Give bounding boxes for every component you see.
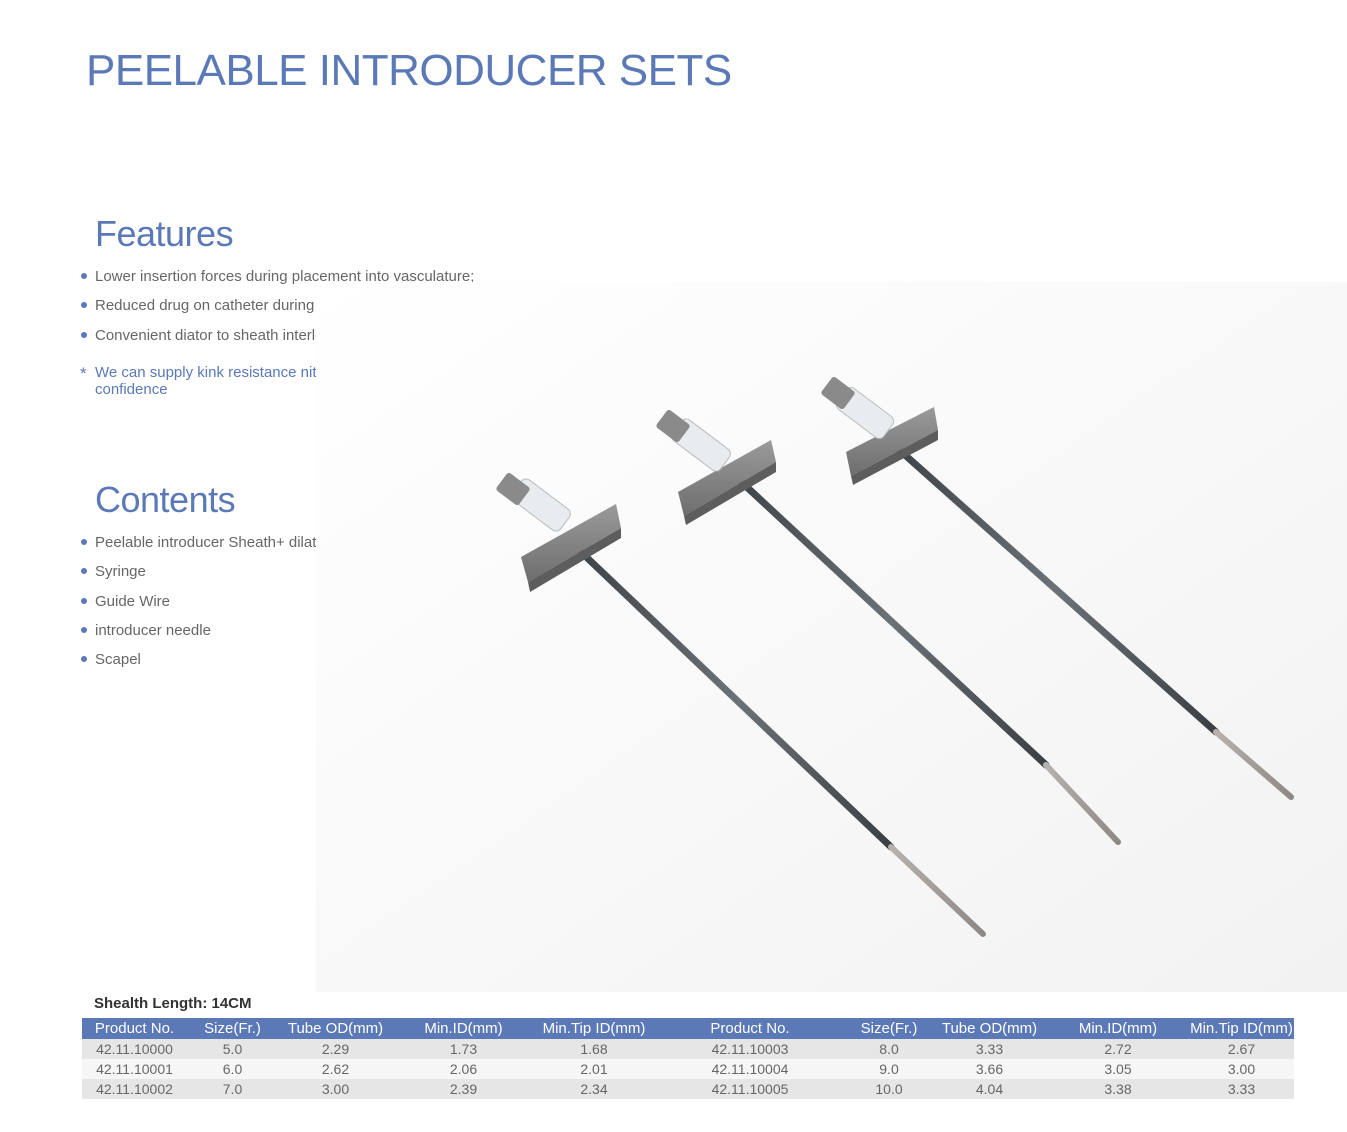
- table-cell: 2.34: [534, 1079, 654, 1099]
- table-cell: 3.00: [1189, 1059, 1294, 1079]
- column-header: Product No.: [82, 1018, 187, 1039]
- bullet-icon: [81, 656, 87, 663]
- column-header: Min.ID(mm): [393, 1018, 534, 1039]
- table-cell: 10.0: [846, 1079, 932, 1099]
- contents-item: introducer needle: [80, 622, 330, 651]
- table-cell: 42.11.10000: [82, 1039, 187, 1059]
- table-cell: 42.11.10003: [654, 1039, 846, 1059]
- table-cell: 42.11.10005: [654, 1079, 846, 1099]
- table-cell: 2.01: [534, 1059, 654, 1079]
- table-cell: 9.0: [846, 1059, 932, 1079]
- column-header: Size(Fr.): [187, 1018, 278, 1039]
- asterisk-icon: *: [80, 364, 87, 383]
- table-cell: 2.72: [1047, 1039, 1189, 1059]
- table-cell: 7.0: [187, 1079, 278, 1099]
- table-row: 42.11.10001 6.0 2.62 2.06 2.01 42.11.100…: [82, 1059, 1294, 1079]
- table-cell: 8.0: [846, 1039, 932, 1059]
- table-cell: 3.00: [278, 1079, 393, 1099]
- bullet-icon: [81, 568, 87, 575]
- contents-list: Peelable introducer Sheath+ dilator Syri…: [80, 534, 330, 680]
- features-heading: Features: [95, 213, 234, 254]
- table-cell: 1.68: [534, 1039, 654, 1059]
- bullet-icon: [81, 626, 87, 633]
- table-cell: 42.11.10004: [654, 1059, 846, 1079]
- table-cell: 6.0: [187, 1059, 278, 1079]
- column-header: Product No.: [654, 1018, 846, 1039]
- table-cell: 4.04: [932, 1079, 1047, 1099]
- table-cell: 3.33: [1189, 1079, 1294, 1099]
- contents-item: Syringe: [80, 563, 330, 592]
- table-cell: 42.11.10002: [82, 1079, 187, 1099]
- product-photo: [316, 282, 1347, 992]
- column-header: Min.Tip ID(mm): [1189, 1018, 1294, 1039]
- table-row: 42.11.10000 5.0 2.29 1.73 1.68 42.11.100…: [82, 1039, 1294, 1059]
- table-cell: 2.06: [393, 1059, 534, 1079]
- column-header: Tube OD(mm): [278, 1018, 393, 1039]
- column-header: Min.ID(mm): [1047, 1018, 1189, 1039]
- column-header: Min.Tip ID(mm): [534, 1018, 654, 1039]
- table-cell: 2.39: [393, 1079, 534, 1099]
- column-header: Tube OD(mm): [932, 1018, 1047, 1039]
- table-cell: 5.0: [187, 1039, 278, 1059]
- contents-item: Peelable introducer Sheath+ dilator: [80, 534, 330, 563]
- table-cell: 2.29: [278, 1039, 393, 1059]
- spec-table: Product No. Size(Fr.) Tube OD(mm) Min.ID…: [82, 1018, 1294, 1099]
- page-title: PEELABLE INTRODUCER SETS: [86, 46, 732, 95]
- contents-item: Guide Wire: [80, 593, 330, 622]
- table-cell: 2.67: [1189, 1039, 1294, 1059]
- bullet-icon: [81, 597, 87, 604]
- table-cell: 2.62: [278, 1059, 393, 1079]
- contents-item: Scapel: [80, 651, 330, 680]
- table-cell: 42.11.10001: [82, 1059, 187, 1079]
- contents-heading: Contents: [95, 479, 236, 520]
- table-cell: 3.66: [932, 1059, 1047, 1079]
- bullet-icon: [81, 302, 87, 309]
- table-cell: 3.38: [1047, 1079, 1189, 1099]
- table-header-row: Product No. Size(Fr.) Tube OD(mm) Min.ID…: [82, 1018, 1294, 1039]
- bullet-icon: [81, 331, 87, 338]
- table-cell: 3.05: [1047, 1059, 1189, 1079]
- table-row: 42.11.10002 7.0 3.00 2.39 2.34 42.11.100…: [82, 1079, 1294, 1099]
- table-cell: 1.73: [393, 1039, 534, 1059]
- table-cell: 3.33: [932, 1039, 1047, 1059]
- bullet-icon: [81, 539, 87, 545]
- table-caption: Shealth Length: 14CM: [94, 995, 252, 1012]
- column-header: Size(Fr.): [846, 1018, 932, 1039]
- bullet-icon: [81, 273, 87, 279]
